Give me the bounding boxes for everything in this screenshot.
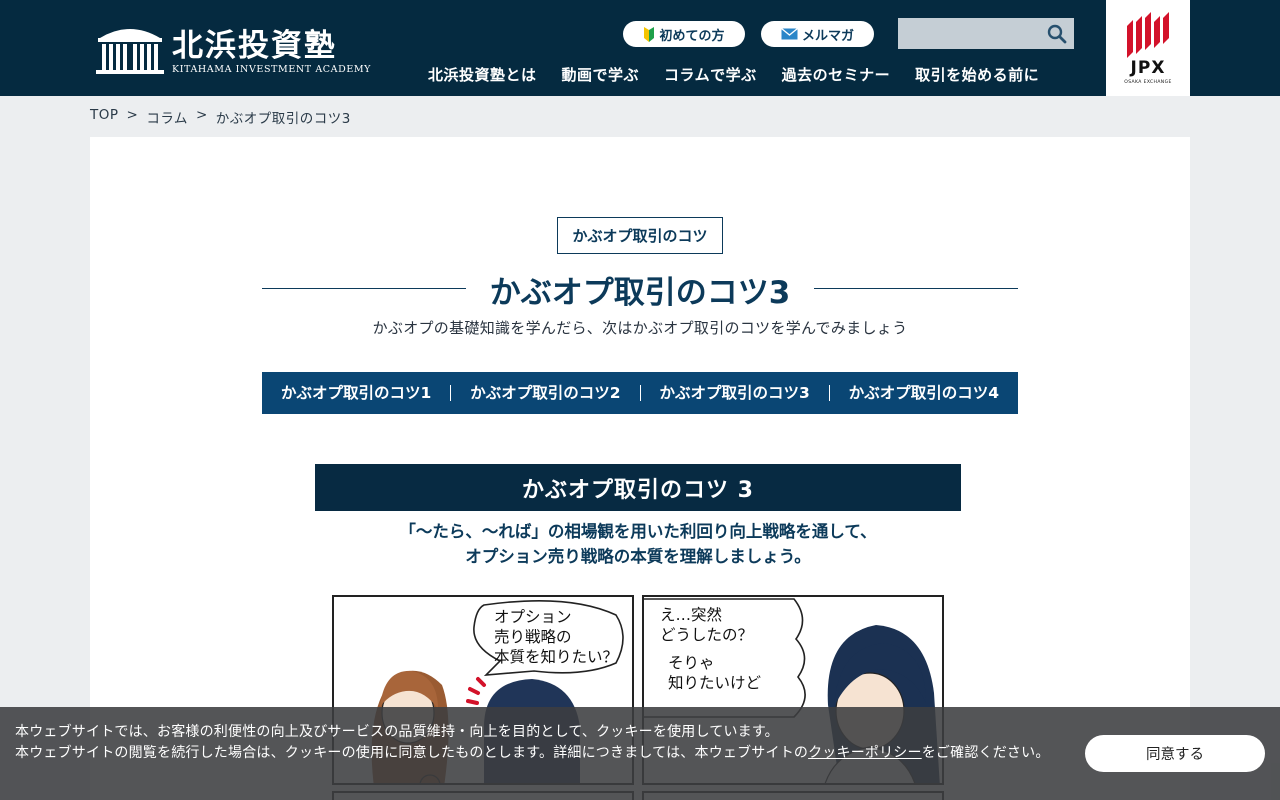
site-header: 北浜投資塾 KITAHAMA INVESTMENT ACADEMY 初めての方 …: [0, 0, 1280, 96]
manga-caption-line: 「〜たら、〜れば」の相場観を用いた利回り向上戦略を通して、: [399, 522, 877, 541]
beginner-mark-icon: [644, 26, 655, 42]
bubble-line: オプション: [494, 608, 572, 626]
search-button[interactable]: [1040, 18, 1074, 49]
jpx-logo[interactable]: JPX OSAKA EXCHANGE: [1106, 0, 1190, 96]
breadcrumb-column[interactable]: コラム: [146, 107, 188, 127]
search-input[interactable]: [898, 18, 1038, 49]
cookie-banner: 本ウェブサイトでは、お客様の利便性の向上及びサービスの品質維持・向上を目的として…: [0, 707, 1280, 800]
manga-caption: 「〜たら、〜れば」の相場観を用いた利回り向上戦略を通して、 オプション売り戦略の…: [315, 519, 961, 569]
global-nav: 北浜投資塾とは 動画で学ぶ コラムで学ぶ 過去のセミナー 取引を始める前に: [428, 64, 1039, 85]
cookie-agree-button[interactable]: 同意する: [1085, 735, 1265, 772]
category-tag: かぶオプ取引のコツ: [557, 217, 723, 254]
speech-bubble-3: そりゃ 知りたいけど: [668, 653, 761, 693]
jpx-text: JPX: [1130, 58, 1166, 78]
breadcrumb-top[interactable]: TOP: [90, 107, 119, 127]
tab-tips-1[interactable]: かぶオプ取引のコツ1: [262, 385, 450, 401]
cookie-text-line2-end: をご確認ください。: [921, 745, 1050, 761]
bubble-line: え…突然: [660, 606, 723, 624]
page-title: かぶオプ取引のコツ3: [489, 275, 791, 311]
newsletter-button[interactable]: メルマガ: [761, 21, 874, 47]
logo-subtitle: KITAHAMA INVESTMENT ACADEMY: [172, 64, 372, 75]
breadcrumb-separator: >: [126, 107, 139, 123]
newsletter-label: メルマガ: [801, 28, 854, 44]
manga-banner: かぶオプ取引のコツ 3: [315, 464, 961, 511]
tab-tips-4[interactable]: かぶオプ取引のコツ4: [828, 385, 1018, 401]
breadcrumb: TOP > コラム > かぶオプ取引のコツ3: [90, 107, 351, 127]
jpx-subtext: OSAKA EXCHANGE: [1124, 80, 1172, 85]
cookie-text-line2: 本ウェブサイトの閲覧を続行した場合は、クッキーの使用に同意したものとします。詳細…: [15, 745, 809, 761]
bubble-line: そりゃ: [668, 654, 715, 672]
logo-title: 北浜投資塾: [172, 28, 337, 64]
bubble-line: 知りたいけど: [668, 674, 762, 692]
bubble-line: どうしたの？: [660, 626, 754, 644]
mail-icon: [781, 28, 798, 40]
building-icon: [96, 29, 164, 74]
site-logo[interactable]: 北浜投資塾 KITAHAMA INVESTMENT ACADEMY: [96, 20, 370, 78]
jpx-mark-icon: [1127, 12, 1169, 58]
nav-columns[interactable]: コラムで学ぶ: [664, 64, 757, 85]
manga-caption-line: オプション売り戦略の本質を理解しましょう。: [465, 547, 811, 566]
article-tabs: かぶオプ取引のコツ1 かぶオプ取引のコツ2 かぶオプ取引のコツ3 かぶオプ取引の…: [262, 372, 1018, 414]
speech-bubble-1: オプション 売り戦略の 本質を知りたい？: [494, 607, 618, 667]
tab-tips-2[interactable]: かぶオプ取引のコツ2: [450, 385, 639, 401]
cookie-policy-link[interactable]: クッキーポリシー: [808, 745, 922, 761]
search-box: [898, 18, 1074, 49]
cookie-text-line1: 本ウェブサイトでは、お客様の利便性の向上及びサービスの品質維持・向上を目的として…: [15, 724, 779, 740]
lead-text: かぶオプの基礎知識を学んだら、次はかぶオプ取引のコツを学んでみましょう: [372, 319, 908, 337]
speech-bubble-2: え…突然 どうしたの？: [660, 605, 753, 645]
nav-seminars[interactable]: 過去のセミナー: [782, 64, 891, 85]
beginner-button[interactable]: 初めての方: [623, 21, 745, 47]
cookie-message: 本ウェブサイトでは、お客様の利便性の向上及びサービスの品質維持・向上を目的として…: [15, 722, 1070, 764]
title-divider-left: [262, 288, 466, 289]
main-content: かぶオプ取引のコツ かぶオプ取引のコツ3 かぶオプの基礎知識を学んだら、次はかぶ…: [90, 137, 1190, 800]
nav-videos[interactable]: 動画で学ぶ: [562, 64, 640, 85]
bubble-line: 本質を知りたい？: [494, 648, 619, 666]
nav-about[interactable]: 北浜投資塾とは: [428, 64, 537, 85]
breadcrumb-separator: >: [195, 107, 208, 123]
tab-tips-3[interactable]: かぶオプ取引のコツ3: [639, 385, 829, 401]
title-row: かぶオプ取引のコツ3: [262, 267, 1018, 311]
breadcrumb-current: かぶオプ取引のコツ3: [215, 111, 351, 127]
nav-before-trading[interactable]: 取引を始める前に: [915, 64, 1039, 85]
bubble-line: 売り戦略の: [494, 628, 572, 646]
beginner-label: 初めての方: [659, 28, 725, 44]
title-divider-right: [814, 288, 1018, 289]
search-icon: [1047, 24, 1067, 43]
